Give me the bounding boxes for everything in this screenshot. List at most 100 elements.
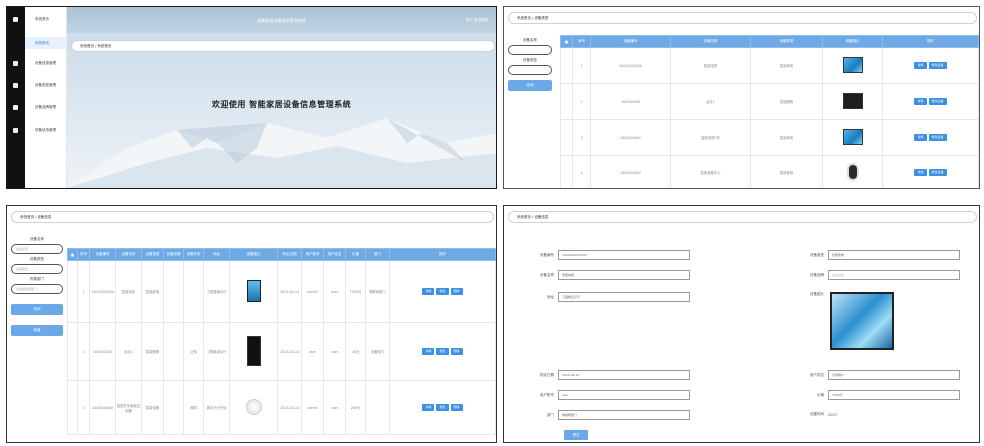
- edit-button[interactable]: 修改: [436, 288, 449, 295]
- cell-brand: [163, 380, 184, 435]
- field-label: 设备名称: [540, 272, 554, 277]
- cell-type: 智能照明: [141, 322, 164, 381]
- device-name-input[interactable]: 设备名称: [11, 244, 63, 254]
- user-menu[interactable]: 用户 退出登录: [466, 18, 488, 23]
- device-code-input[interactable]: 1001002003003: [558, 250, 690, 260]
- tv-image: [246, 280, 261, 302]
- col-header: 价格: [345, 248, 366, 261]
- sidebar-item-types[interactable]: 设备类型管理: [35, 83, 56, 88]
- add-button[interactable]: 新增: [11, 325, 63, 336]
- edit-button[interactable]: 修改设备: [928, 169, 947, 176]
- cell-code: 1002003002: [590, 155, 671, 188]
- field-label: 价格: [817, 392, 824, 397]
- detail-button[interactable]: 详情: [914, 169, 927, 176]
- field-label: 用户姓名: [810, 372, 824, 377]
- edit-button[interactable]: 修改: [436, 348, 449, 355]
- sidebar-item-status[interactable]: 设备状态管理: [35, 128, 56, 133]
- device-name-input[interactable]: 智能电视: [558, 270, 690, 280]
- table-row: 2 100200300 台灯1 智能照明 详情 修改设备: [560, 83, 979, 120]
- delete-button[interactable]: 删除: [450, 288, 463, 295]
- col-header: 设备类型: [750, 35, 823, 48]
- purchase-date-input[interactable]: 2023-04-10: [558, 370, 690, 380]
- cell-username: user: [323, 322, 346, 381]
- col-checkbox[interactable]: ■: [560, 35, 573, 48]
- col-header: 序号: [572, 35, 591, 48]
- cell-brand: [163, 322, 184, 381]
- delete-button[interactable]: 删除: [450, 348, 463, 355]
- user-name-input[interactable]: 示例用户: [828, 370, 960, 380]
- edit-button[interactable]: 修改设备: [928, 98, 947, 105]
- submit-button[interactable]: 提交: [564, 430, 588, 440]
- sidebar-item-devices[interactable]: 设备信息管理: [35, 61, 56, 66]
- search-button[interactable]: 查询: [508, 80, 552, 91]
- search-button[interactable]: 查询: [11, 304, 63, 315]
- user-account-input[interactable]: user: [558, 390, 690, 400]
- device-type-input[interactable]: [508, 65, 552, 75]
- speaker-image: [846, 163, 859, 181]
- cell-image: [229, 322, 278, 381]
- filter-label: 设备类型: [523, 58, 537, 62]
- cell-price: 200元: [345, 380, 366, 435]
- row-checkbox[interactable]: [67, 322, 78, 381]
- device-info-table: ■ 序号 设备编号 设备名称 设备类型 设备品牌 设备状态 地址 设备图片 购买…: [67, 248, 496, 435]
- edit-button[interactable]: 修改: [436, 404, 449, 411]
- cell-actions: 详情 修改设备: [882, 47, 979, 84]
- device-image-preview[interactable]: [830, 292, 894, 350]
- sidebar-item-home[interactable]: 系统首页: [35, 41, 49, 46]
- form-row: 设备名称 智能电视: [530, 270, 690, 280]
- home-icon[interactable]: [13, 17, 18, 22]
- list-icon[interactable]: [13, 105, 18, 110]
- logo-text: 系统首页: [35, 17, 49, 21]
- form-row: 用户账号 user: [530, 390, 690, 400]
- settings-icon[interactable]: [13, 128, 18, 133]
- device-type-input[interactable]: 设备类型: [11, 264, 63, 274]
- user-icon[interactable]: [13, 83, 18, 88]
- cell-address: 工程楼演示厅: [203, 322, 230, 381]
- detail-button[interactable]: 详情: [422, 288, 435, 295]
- device-icon[interactable]: [13, 61, 18, 66]
- field-label: 设备编号: [540, 252, 554, 257]
- col-header: 设备名称: [115, 248, 142, 261]
- address-input[interactable]: 工程楼演示厅: [558, 292, 690, 302]
- col-checkbox[interactable]: ■: [67, 248, 78, 261]
- row-checkbox[interactable]: [560, 155, 573, 188]
- row-checkbox[interactable]: [560, 83, 573, 120]
- device-brand-input[interactable]: 设备品牌: [828, 270, 960, 280]
- table-row: 4 1002003002 智能音箱中心 智能音响 详情 修改设备: [560, 155, 979, 188]
- device-name-input[interactable]: [508, 45, 552, 55]
- row-checkbox[interactable]: [67, 260, 78, 323]
- form-row: 创建时间 2023: [800, 412, 837, 417]
- cell-no: 1: [572, 47, 591, 84]
- switch-image: [245, 399, 262, 415]
- sidebar-item-brands[interactable]: 设备品牌管理: [35, 105, 56, 110]
- form-row: 设备品牌 设备品牌: [800, 270, 960, 280]
- cell-status: 正常: [183, 322, 204, 381]
- cell-no: 1: [77, 260, 90, 323]
- field-label: 用户账号: [540, 392, 554, 397]
- breadcrumb: 系统首页 / 设备信息: [508, 211, 977, 223]
- form-row: 价格 7000元: [800, 390, 960, 400]
- device-type-select[interactable]: 智能家电: [828, 250, 960, 260]
- edit-button[interactable]: 修改设备: [928, 62, 947, 69]
- detail-button[interactable]: 详情: [422, 404, 435, 411]
- detail-button[interactable]: 详情: [914, 134, 927, 141]
- icon-sidebar: [7, 7, 25, 188]
- cell-actions: 详情 修改设备: [882, 83, 979, 120]
- breadcrumb: 系统首页 / 系统首页: [71, 40, 495, 52]
- cell-type: 智能家电: [750, 47, 823, 84]
- edit-button[interactable]: 修改设备: [928, 134, 947, 141]
- department-select[interactable]: 物联网部门: [558, 410, 690, 420]
- device-type-table: ■ 序号 设备编号 设备名称 设备类型 设备图片 操作 1 1001002003…: [560, 35, 979, 188]
- cell-code: 1002003001: [590, 119, 671, 156]
- detail-button[interactable]: 详情: [914, 62, 927, 69]
- row-checkbox[interactable]: [560, 119, 573, 156]
- col-header: 购买日期: [277, 248, 302, 261]
- row-checkbox[interactable]: [67, 380, 78, 435]
- row-checkbox[interactable]: [560, 47, 573, 84]
- department-select[interactable]: 请选择所属部门: [11, 284, 63, 294]
- detail-button[interactable]: 详情: [914, 98, 927, 105]
- delete-button[interactable]: 删除: [450, 404, 463, 411]
- cell-account: admin: [301, 380, 324, 435]
- price-input[interactable]: 7000元: [828, 390, 960, 400]
- detail-button[interactable]: 详情: [422, 348, 435, 355]
